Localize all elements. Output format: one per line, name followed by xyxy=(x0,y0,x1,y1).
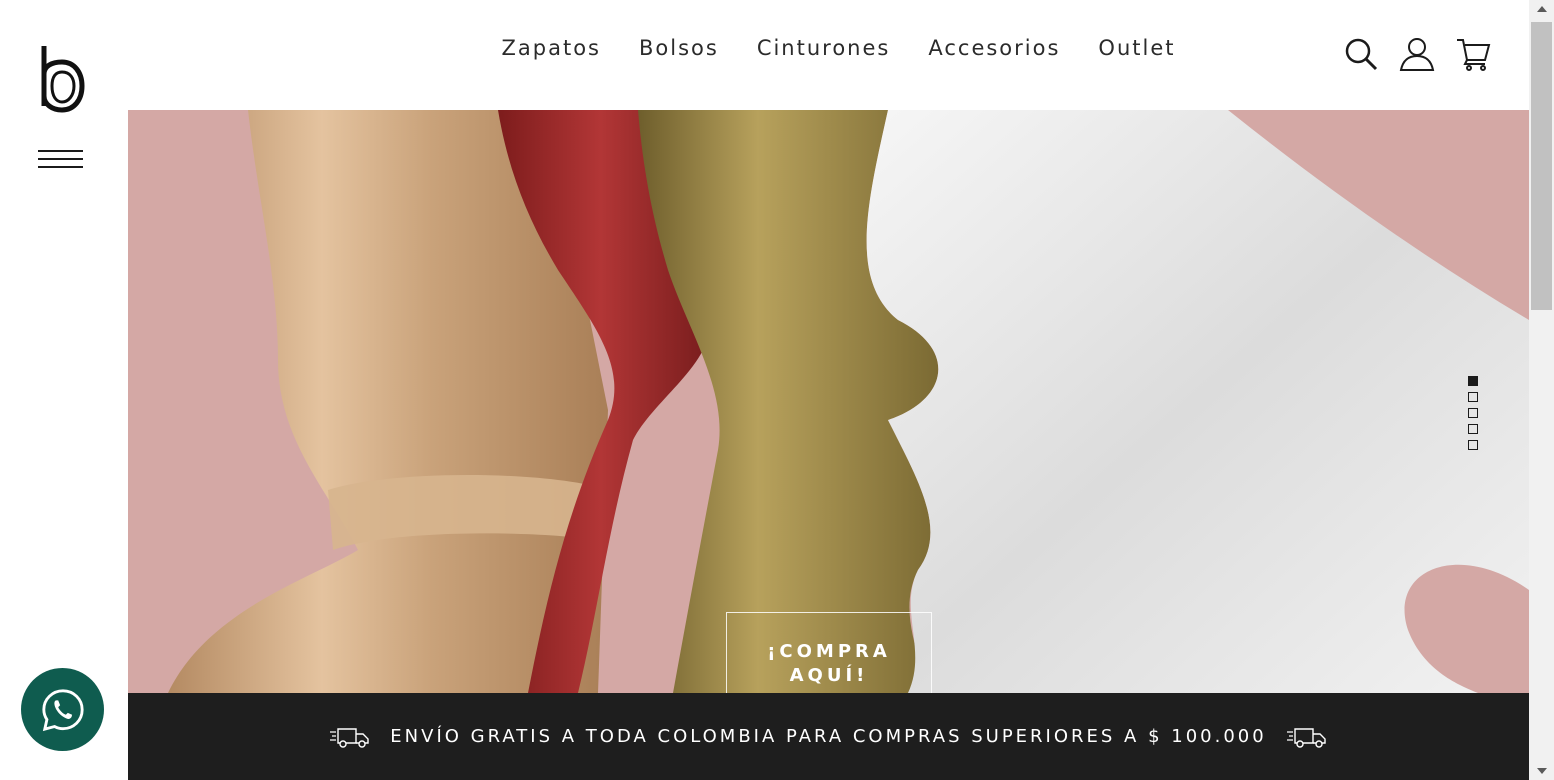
slide-dot-5[interactable] xyxy=(1468,440,1478,450)
free-shipping-bar: ENVÍO GRATIS A TODA COLOMBIA PARA COMPRA… xyxy=(128,693,1529,780)
hero-leather-artwork xyxy=(128,110,1529,693)
left-rail xyxy=(0,0,128,780)
cart-icon[interactable] xyxy=(1455,36,1491,72)
slide-dot-3[interactable] xyxy=(1468,408,1478,418)
slide-dot-2[interactable] xyxy=(1468,392,1478,402)
slide-dot-4[interactable] xyxy=(1468,424,1478,434)
user-icon[interactable] xyxy=(1399,36,1435,72)
page-scrollbar[interactable] xyxy=(1529,0,1554,780)
header-icons xyxy=(1343,36,1491,72)
nav-item-bolsos[interactable]: Bolsos xyxy=(639,36,719,60)
hero-banner: ¡COMPRA AQUÍ! xyxy=(128,110,1529,693)
search-icon[interactable] xyxy=(1343,36,1379,72)
nav-item-zapatos[interactable]: Zapatos xyxy=(502,36,601,60)
nav-item-outlet[interactable]: Outlet xyxy=(1098,36,1175,60)
nav-item-cinturones[interactable]: Cinturones xyxy=(757,36,891,60)
scroll-up-arrow-icon[interactable] xyxy=(1537,6,1547,12)
header: Zapatos Bolsos Cinturones Accesorios Out… xyxy=(128,0,1529,110)
scrollbar-thumb[interactable] xyxy=(1531,22,1552,310)
delivery-truck-icon xyxy=(330,725,370,749)
nav-item-accesorios[interactable]: Accesorios xyxy=(928,36,1060,60)
scroll-down-arrow-icon[interactable] xyxy=(1537,768,1547,774)
whatsapp-icon xyxy=(41,688,84,731)
hamburger-line xyxy=(38,158,83,160)
buy-here-label: ¡COMPRA AQUÍ! xyxy=(767,641,891,686)
slide-dot-1[interactable] xyxy=(1468,376,1478,386)
main-nav: Zapatos Bolsos Cinturones Accesorios Out… xyxy=(128,36,1529,60)
free-shipping-text: ENVÍO GRATIS A TODA COLOMBIA PARA COMPRA… xyxy=(390,726,1267,747)
hamburger-line xyxy=(38,150,83,152)
buy-here-button[interactable]: ¡COMPRA AQUÍ! xyxy=(726,612,932,693)
b-monogram-logo[interactable] xyxy=(38,44,86,114)
whatsapp-button[interactable] xyxy=(21,668,104,751)
hamburger-menu-button[interactable] xyxy=(38,150,83,172)
slide-indicators xyxy=(1468,376,1478,450)
hamburger-line xyxy=(38,166,83,168)
delivery-truck-icon xyxy=(1286,725,1327,749)
